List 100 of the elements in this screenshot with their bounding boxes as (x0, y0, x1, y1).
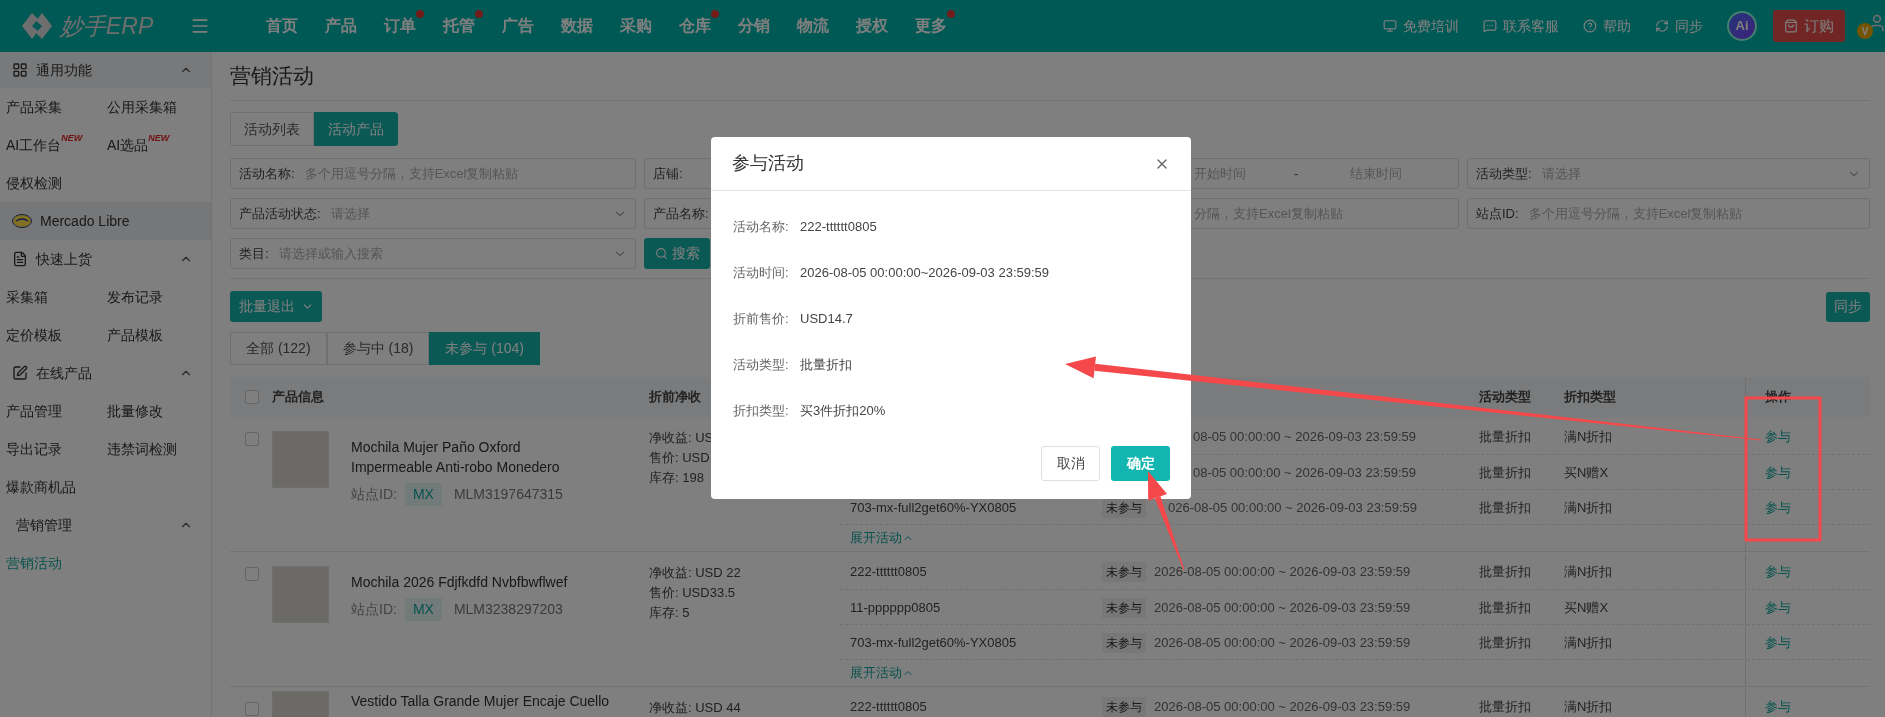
status-tag: 未参与 (1102, 497, 1146, 518)
sidebar-link[interactable]: AI工作台 (6, 134, 62, 156)
activity-name: 703-mx-full2get60%-YX0805 (850, 499, 1017, 515)
product-title[interactable]: Mochila Mujer Paño Oxford Impermeable Anti-robo Monedero (351, 437, 563, 477)
cancel-button[interactable]: 取消 (1041, 446, 1100, 481)
discount-type: 满N折扣 (1564, 564, 1613, 579)
site-tag: MX (404, 598, 442, 621)
sync-button[interactable]: 同步 (1826, 291, 1870, 322)
field-label: 活动时间: (733, 264, 790, 283)
expand-link[interactable]: 展开活动 (850, 528, 914, 548)
checkbox[interactable] (245, 432, 259, 446)
discount-type: 满N折扣 (1564, 429, 1613, 444)
sidebar-link[interactable]: 导出记录 (6, 438, 62, 460)
top-link[interactable]: 同步 (1675, 15, 1703, 37)
join-link[interactable]: 参与 (1765, 465, 1791, 479)
chat-icon[interactable] (1483, 19, 1497, 33)
field-label: 活动名称: (733, 218, 790, 237)
nav-item[interactable]: 更多 (915, 10, 955, 38)
sidebar-link[interactable]: 定价模板 (6, 324, 62, 346)
sidebar-link[interactable]: 营销活动 (6, 552, 62, 574)
price-info: 净收益: USD 44 (649, 699, 741, 717)
sync-icon[interactable] (1655, 19, 1669, 33)
activity-type: 批量折扣 (1479, 699, 1531, 714)
product-title[interactable]: Vestido Talla Grande Mujer Encaje Cuello (351, 691, 610, 711)
top-link[interactable]: 免费培训 (1403, 15, 1459, 37)
item-id: MLM3197647315 (453, 485, 563, 504)
top-link[interactable]: 联系客服 (1503, 15, 1559, 37)
join-link[interactable]: 参与 (1765, 430, 1791, 443)
join-link[interactable]: 参与 (1765, 600, 1791, 614)
sidebar-link[interactable]: 发布记录 (107, 286, 163, 308)
nav-item[interactable]: 授权 (856, 10, 896, 38)
column-header: 折扣类型 (1564, 389, 1616, 405)
nav-item[interactable]: 产品 (325, 10, 365, 38)
search-button[interactable]: 搜索 (644, 238, 710, 269)
bulk-exit-button[interactable]: 批量退出 (230, 291, 322, 322)
field-value: 222-tttttt0805 (800, 218, 877, 237)
view-tab[interactable]: 活动产品 (314, 112, 398, 146)
sidebar-link[interactable]: 采集箱 (6, 286, 48, 308)
status-tab[interactable]: 未参与 (104) (429, 332, 540, 365)
monitor-icon[interactable] (1383, 19, 1397, 33)
join-link[interactable]: 参与 (1765, 700, 1791, 713)
sidebar-link[interactable]: 产品管理 (6, 400, 62, 422)
search-icon (654, 247, 668, 260)
checkbox[interactable] (245, 390, 259, 404)
logo-text: 妙手ERP (60, 11, 154, 41)
new-label: NEW (61, 132, 83, 143)
join-link[interactable]: 参与 (1765, 565, 1791, 578)
activity-name: 11-pppppp0805 (850, 599, 941, 615)
activity-type: 批量折扣 (1479, 564, 1531, 579)
dialog-title: 参与活动 (732, 152, 804, 175)
nav-item[interactable]: 仓库 (679, 10, 719, 38)
nav-item[interactable]: 托管 (443, 10, 483, 38)
menu-icon[interactable] (190, 16, 210, 36)
nav-item[interactable]: 数据 (561, 10, 601, 38)
sidebar-link[interactable]: 侵权检测 (6, 172, 62, 194)
nav-item[interactable]: 采购 (620, 10, 660, 38)
price-info: 库存: 5 (649, 604, 690, 622)
field-label: 折前售价: (733, 310, 790, 329)
price-info: 售价: USD (649, 449, 710, 467)
ai-badge[interactable]: Ai (1727, 11, 1757, 41)
nav-item[interactable]: 首页 (266, 10, 306, 38)
sidebar-link[interactable]: 产品模板 (107, 324, 163, 346)
sidebar-link[interactable]: 公用采集箱 (107, 96, 177, 118)
section-title: 快速上货 (36, 249, 92, 269)
price-info: 库存: 198 (649, 469, 704, 487)
expand-link[interactable]: 展开活动 (850, 663, 914, 683)
checkbox[interactable] (245, 567, 259, 581)
confirm-button[interactable]: 确定 (1111, 446, 1170, 481)
field-value: USD14.7 (800, 310, 853, 329)
sidebar-link[interactable]: 违禁词检测 (107, 438, 177, 460)
sidebar-link[interactable]: 产品采集 (6, 96, 62, 118)
order-button[interactable]: 订购 (1773, 10, 1845, 42)
sidebar-link[interactable]: 批量修改 (107, 400, 163, 422)
activity-time: 026-08-05 00:00:00 ~ 2026-09-03 23:59:59 (1168, 499, 1417, 515)
nav-item[interactable]: 广告 (502, 10, 542, 38)
join-link[interactable]: 参与 (1765, 635, 1791, 649)
view-tab[interactable]: 活动列表 (230, 112, 314, 146)
help-icon[interactable] (1583, 19, 1597, 33)
edit-icon (12, 365, 28, 381)
activity-name: 703-mx-full2get60%-YX0805 (850, 634, 1017, 650)
checkbox[interactable] (245, 702, 259, 716)
section-title: 通用功能 (36, 60, 92, 80)
nav-item[interactable]: 订单 (384, 10, 424, 38)
platform-header[interactable]: Mercado Libre (0, 202, 211, 240)
status-tab[interactable]: 参与中 (18) (326, 332, 430, 365)
page-title: 营销活动 (230, 63, 314, 90)
status-tab[interactable]: 全部 (122) (230, 332, 327, 365)
discount-type: 买N赠X (1564, 464, 1609, 480)
join-link[interactable]: 参与 (1765, 500, 1791, 514)
section-title: 营销管理 (16, 515, 72, 535)
nav-item[interactable]: 分销 (738, 10, 778, 38)
top-link[interactable]: 帮助 (1603, 15, 1631, 37)
column-header: 折前净收 (649, 389, 701, 405)
field-label: 活动类型: (733, 356, 790, 375)
activity-time: 08-05 00:00:00 ~ 2026-09-03 23:59:59 (1193, 429, 1416, 444)
sidebar-link[interactable]: AI选品 (107, 134, 149, 156)
nav-item[interactable]: 物流 (797, 10, 837, 38)
product-title[interactable]: Mochila 2026 Fdjfkdfd Nvbfbwflwef (351, 572, 568, 592)
section-header[interactable]: 通用功能 (0, 52, 211, 88)
sidebar-link[interactable]: 爆款商机品 (6, 476, 76, 498)
